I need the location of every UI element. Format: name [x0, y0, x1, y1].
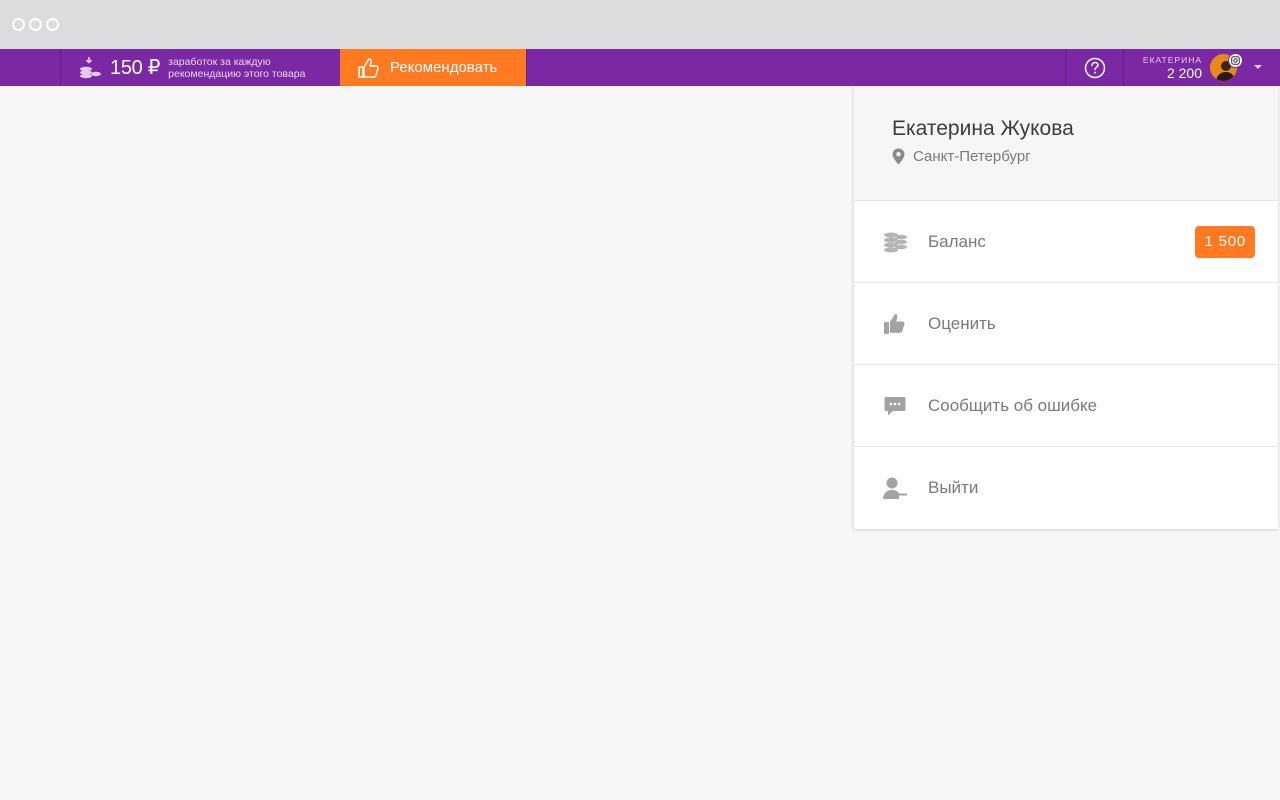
profile-city: Санкт-Петербург: [913, 148, 1031, 165]
top-bar: 150 ₽ заработок за каждую рекомендацию э…: [0, 49, 1280, 86]
menu-item-rate[interactable]: Оценить: [854, 283, 1278, 365]
chat-bubble-icon: [882, 393, 908, 419]
menu-item-label: Выйти: [928, 478, 979, 497]
profile-location: Санкт-Петербург: [892, 148, 1031, 165]
thumbs-up-icon: [358, 57, 379, 78]
earn-description: заработок за каждую рекомендацию этого т…: [168, 56, 328, 80]
balance-badge: 1 500: [1195, 226, 1255, 258]
profile-name: Екатерина Жукова: [892, 117, 1074, 140]
window-close-button[interactable]: [12, 18, 25, 31]
earn-desc-line: заработок за каждую: [168, 55, 271, 68]
user-menu-toggle[interactable]: ЕКАТЕРИНА 2 200: [1124, 49, 1280, 86]
browser-chrome: [0, 0, 1280, 49]
user-logout-icon: [882, 475, 908, 501]
window-minimize-button[interactable]: [29, 18, 42, 31]
help-button[interactable]: [1066, 49, 1124, 86]
menu-item-label: Баланс: [928, 231, 986, 251]
social-badge-icon: [1228, 53, 1243, 68]
menu-item-logout[interactable]: Выйти: [854, 447, 1278, 529]
menu-item-balance[interactable]: Баланс 1 500: [854, 201, 1278, 283]
profile-header: Екатерина Жукова Санкт-Петербург: [854, 86, 1278, 201]
user-balance: 2 200: [1166, 65, 1202, 81]
user-name: ЕКАТЕРИНА: [1142, 55, 1202, 65]
user-dropdown-panel: Екатерина Жукова Санкт-Петербург Баланс …: [853, 86, 1278, 529]
recommend-button[interactable]: Рекомендовать: [340, 49, 526, 86]
question-circle-icon: [1084, 57, 1106, 78]
divider: [526, 49, 527, 86]
earnings-info: 150 ₽ заработок за каждую рекомендацию э…: [78, 49, 328, 86]
coins-stack-icon: [882, 229, 908, 255]
earn-amount: 150 ₽: [110, 57, 161, 79]
menu-item-label: Сообщить об ошибке: [928, 395, 1098, 415]
menu-item-label: Оценить: [928, 313, 996, 333]
recommend-label: Рекомендовать: [390, 59, 498, 76]
thumbs-up-icon: [882, 311, 908, 337]
location-pin-icon: [892, 148, 905, 165]
earn-desc-line: рекомендацию этого товара: [168, 67, 306, 80]
coins-download-icon: [80, 56, 101, 78]
menu-item-report-error[interactable]: Сообщить об ошибке: [854, 365, 1278, 447]
chevron-down-icon: [1254, 65, 1262, 69]
divider: [60, 49, 61, 86]
window-maximize-button[interactable]: [46, 18, 59, 31]
